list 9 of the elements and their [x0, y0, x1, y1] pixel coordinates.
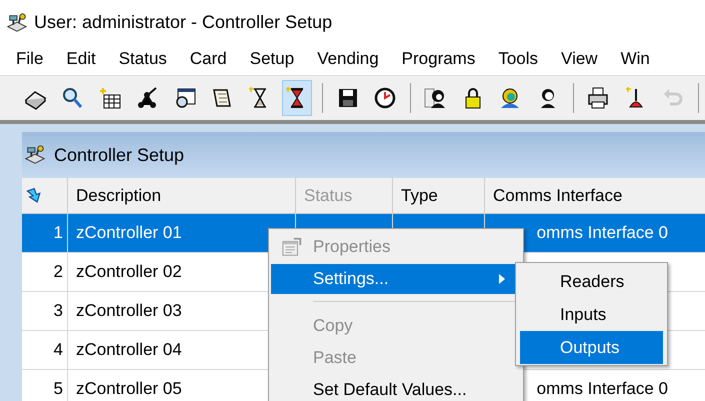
row-number: 4 — [22, 331, 68, 369]
table-cell: omms Interface 0 — [536, 223, 668, 243]
window-title: Controller Setup — [54, 144, 184, 166]
row-number: 5 — [22, 370, 68, 401]
row-number: 2 — [22, 253, 68, 291]
row-number: 1 — [22, 214, 68, 252]
window-title: User: administrator - Controller Setup — [34, 12, 332, 33]
row-number: 3 — [22, 292, 68, 330]
table-cell: omms Interface 0 — [536, 379, 668, 399]
